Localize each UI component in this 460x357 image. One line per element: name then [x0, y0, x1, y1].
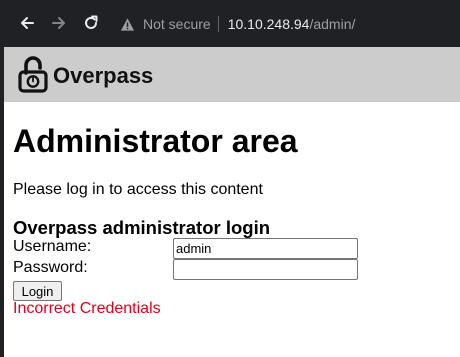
username-field[interactable]: [173, 238, 358, 259]
url-host[interactable]: 10.10.248.94: [228, 16, 310, 32]
password-label: Password:: [13, 259, 88, 276]
back-button[interactable]: [16, 12, 38, 34]
unlocked-padlock-icon: [18, 56, 48, 93]
forward-button[interactable]: [48, 12, 70, 34]
security-status-label[interactable]: Not secure: [143, 16, 211, 32]
reload-button[interactable]: [80, 12, 102, 34]
browser-toolbar: Not secure 10.10.248.94 /admin/: [0, 0, 460, 47]
page-title: Administrator area: [13, 123, 298, 159]
arrow-left-icon: [21, 17, 34, 29]
reload-icon: [85, 15, 98, 29]
intro-text: Please log in to access this content: [13, 181, 263, 198]
username-label: Username:: [13, 238, 92, 255]
url-divider: [217, 16, 219, 32]
error-message: Incorrect Credentials: [13, 300, 161, 317]
url-path[interactable]: /admin/: [309, 16, 355, 32]
login-form-heading: Overpass administrator login: [13, 217, 271, 238]
address-bar[interactable]: Not secure 10.10.248.94 /admin/: [120, 14, 355, 34]
password-field[interactable]: [173, 259, 358, 280]
warning-triangle-icon: [120, 17, 135, 32]
arrow-right-icon: [52, 17, 65, 29]
site-name[interactable]: Overpass: [53, 63, 153, 89]
login-button[interactable]: Login: [13, 281, 62, 301]
site-header: Overpass: [4, 47, 460, 102]
